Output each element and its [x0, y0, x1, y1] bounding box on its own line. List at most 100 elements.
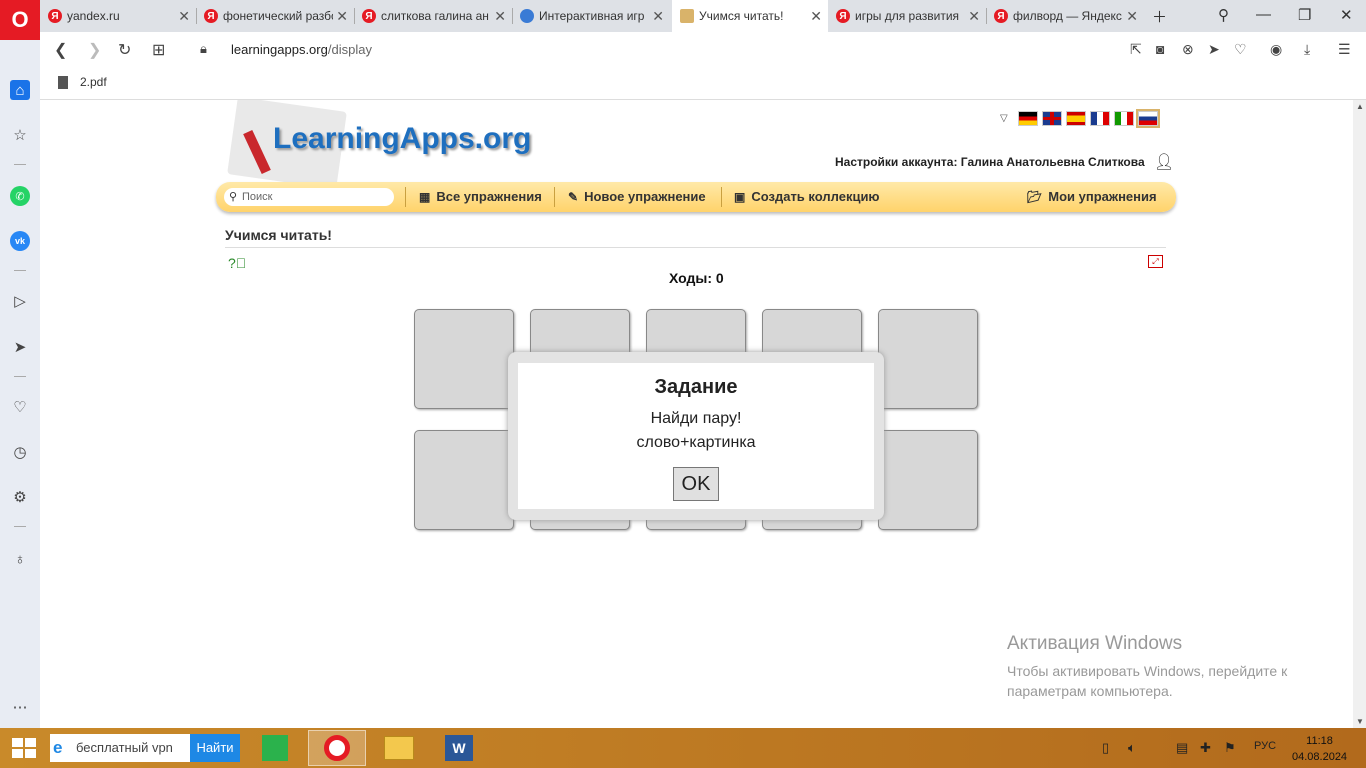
lightbulb-icon[interactable]: ♁ — [10, 549, 30, 569]
task-dialog: Задание Найди пару! слово+картинка OK — [508, 352, 884, 520]
tab-filword[interactable]: Я филворд — Яндекс ✕ — [986, 0, 1144, 32]
opera-taskbar-icon[interactable] — [308, 730, 366, 766]
menu-create-collection[interactable]: ▣ Создать коллекцию — [734, 189, 880, 204]
camera-icon[interactable]: ◙ — [1156, 41, 1164, 57]
explorer-icon[interactable] — [370, 730, 428, 766]
memory-card[interactable] — [414, 430, 514, 530]
help-icon[interactable]: ?⃞ — [228, 255, 246, 271]
tab-search-icon[interactable]: ⚲ — [1218, 6, 1229, 24]
windows-activation-watermark: Активация Windows Чтобы активировать Win… — [1007, 633, 1327, 701]
tabs-grid-icon[interactable]: ⊞ — [152, 40, 165, 60]
flag-gb-icon[interactable] — [1041, 111, 1062, 126]
more-icon[interactable]: ⋯ — [10, 697, 30, 717]
send-icon[interactable]: ➤ — [1208, 41, 1220, 58]
history-icon[interactable]: ◷ — [10, 442, 30, 462]
send-icon[interactable]: ➤ — [10, 337, 30, 357]
heart-icon[interactable]: ♡ — [1234, 41, 1247, 58]
scroll-up-icon[interactable]: ▲ — [1356, 102, 1364, 111]
windows-start-icon[interactable] — [12, 738, 36, 758]
ok-button[interactable]: OK — [673, 467, 719, 501]
profile-icon[interactable]: ◉ — [1270, 41, 1282, 58]
tab-label: Учимся читать! — [699, 9, 784, 23]
menu-divider — [721, 187, 722, 207]
whatsapp-icon[interactable]: ✆ — [10, 186, 30, 206]
flag-es-icon[interactable] — [1065, 111, 1086, 126]
tab-label: игры для развития — [855, 9, 960, 23]
opera-sidebar: ⌂ ☆ ✆ vk ▷ ➤ ♡ ◷ ⚙ ♁ ⋯ — [0, 40, 40, 728]
close-icon[interactable]: ✕ — [336, 8, 348, 25]
yandex-icon: Я — [362, 9, 376, 23]
site-logo[interactable]: LearningApps.org — [273, 122, 531, 156]
document-icon — [58, 75, 68, 89]
memory-card[interactable] — [878, 309, 978, 409]
menu-my-exercises[interactable]: 📂︎ Мои упражнения — [1027, 189, 1157, 204]
language-indicator[interactable]: РУС — [1254, 740, 1276, 752]
bookmark-pdf[interactable]: 2.pdf — [58, 75, 107, 89]
search-input[interactable]: Поиск — [224, 188, 394, 206]
heart-icon[interactable]: ♡ — [10, 397, 30, 417]
taskbar-search-input[interactable]: бесплатный vpn — [50, 734, 190, 762]
tab-learn-to-read[interactable]: Учимся читать! ✕ — [672, 0, 828, 32]
adblock-icon[interactable]: ⊗ — [1182, 41, 1194, 58]
volume-icon[interactable]: 🔈︎ — [1128, 740, 1136, 756]
player-icon[interactable]: ▷ — [10, 291, 30, 311]
tab-slitkova[interactable]: Я слиткова галина ан ✕ — [354, 0, 512, 32]
flag-fr-icon[interactable] — [1089, 111, 1110, 126]
user-icon[interactable]: 👤︎ — [1154, 152, 1174, 172]
dropdown-arrow-icon[interactable]: ▽ — [1000, 113, 1008, 124]
download-icon[interactable]: ⤓ — [1304, 41, 1310, 58]
star-icon[interactable]: ☆ — [10, 125, 30, 145]
new-tab-icon[interactable]: ＋ — [1152, 6, 1167, 27]
memory-card[interactable] — [414, 309, 514, 409]
window-close-icon[interactable]: ✕ — [1340, 6, 1353, 24]
tab-yandex[interactable]: Я yandex.ru ✕ — [40, 0, 196, 32]
account-settings-link[interactable]: Настройки аккаунта: Галина Анатольевна С… — [835, 155, 1145, 169]
moves-counter: Ходы: 0 — [669, 270, 724, 286]
store-icon[interactable] — [246, 730, 304, 766]
flag-tray-icon[interactable]: ⚑ — [1224, 740, 1236, 756]
menu-label: Новое упражнение — [584, 189, 706, 204]
tab-phonetic[interactable]: Я фонетический разбор ✕ — [196, 0, 354, 32]
flag-de-icon[interactable] — [1017, 111, 1038, 126]
home-icon[interactable]: ⌂ — [10, 80, 30, 100]
url-host: learningapps.org — [231, 42, 328, 57]
vk-icon[interactable]: vk — [10, 231, 30, 251]
restore-icon[interactable]: ❐ — [1298, 6, 1311, 24]
menu-icon[interactable]: ☰ — [1338, 41, 1351, 58]
close-icon[interactable]: ✕ — [810, 8, 822, 25]
memory-card[interactable] — [878, 430, 978, 530]
word-icon[interactable]: W — [430, 730, 488, 766]
close-icon[interactable]: ✕ — [652, 8, 664, 25]
tab-games[interactable]: Я игры для развития ✕ — [828, 0, 986, 32]
flag-ru-icon[interactable] — [1135, 109, 1160, 128]
yandex-icon: Я — [994, 9, 1008, 23]
forward-icon[interactable]: ❯ — [88, 40, 101, 60]
taskbar-clock[interactable]: 11:18 04.08.2024 — [1292, 733, 1347, 765]
bookmarks-bar: 2.pdf — [40, 68, 1366, 100]
scroll-down-icon[interactable]: ▼ — [1356, 717, 1364, 726]
security-icon[interactable]: ✚ — [1200, 740, 1211, 756]
reload-icon[interactable]: ↻ — [118, 40, 131, 60]
share-icon[interactable]: ⇱ — [1130, 41, 1142, 58]
tab-interactive[interactable]: Интерактивная игр ✕ — [512, 0, 670, 32]
page-scrollbar[interactable]: ▲ ▼ — [1353, 100, 1366, 728]
taskbar-search-button[interactable]: Найти — [190, 734, 240, 762]
opera-logo[interactable]: O — [0, 0, 40, 40]
close-icon[interactable]: ✕ — [1126, 8, 1138, 25]
menu-new-exercise[interactable]: ✎ Новое упражнение — [568, 189, 706, 204]
settings-icon[interactable]: ⚙ — [10, 487, 30, 507]
minimize-icon[interactable]: — — [1256, 6, 1271, 23]
device-icon[interactable]: ▯ — [1102, 740, 1109, 756]
menu-label: Создать коллекцию — [751, 189, 880, 204]
back-icon[interactable]: ❮ — [54, 40, 67, 60]
pencil-icon: ✎ — [568, 189, 579, 204]
menu-all-exercises[interactable]: ▦ Все упражнения — [419, 189, 542, 204]
close-icon[interactable]: ✕ — [178, 8, 190, 25]
close-icon[interactable]: ✕ — [494, 8, 506, 25]
fullscreen-icon[interactable]: ⤢ — [1148, 255, 1163, 268]
url-field[interactable]: learningapps.org/display — [231, 42, 372, 57]
network-icon[interactable]: ▤ — [1176, 740, 1188, 756]
flag-it-icon[interactable] — [1113, 111, 1134, 126]
yandex-icon: Я — [204, 9, 218, 23]
close-icon[interactable]: ✕ — [968, 8, 980, 25]
